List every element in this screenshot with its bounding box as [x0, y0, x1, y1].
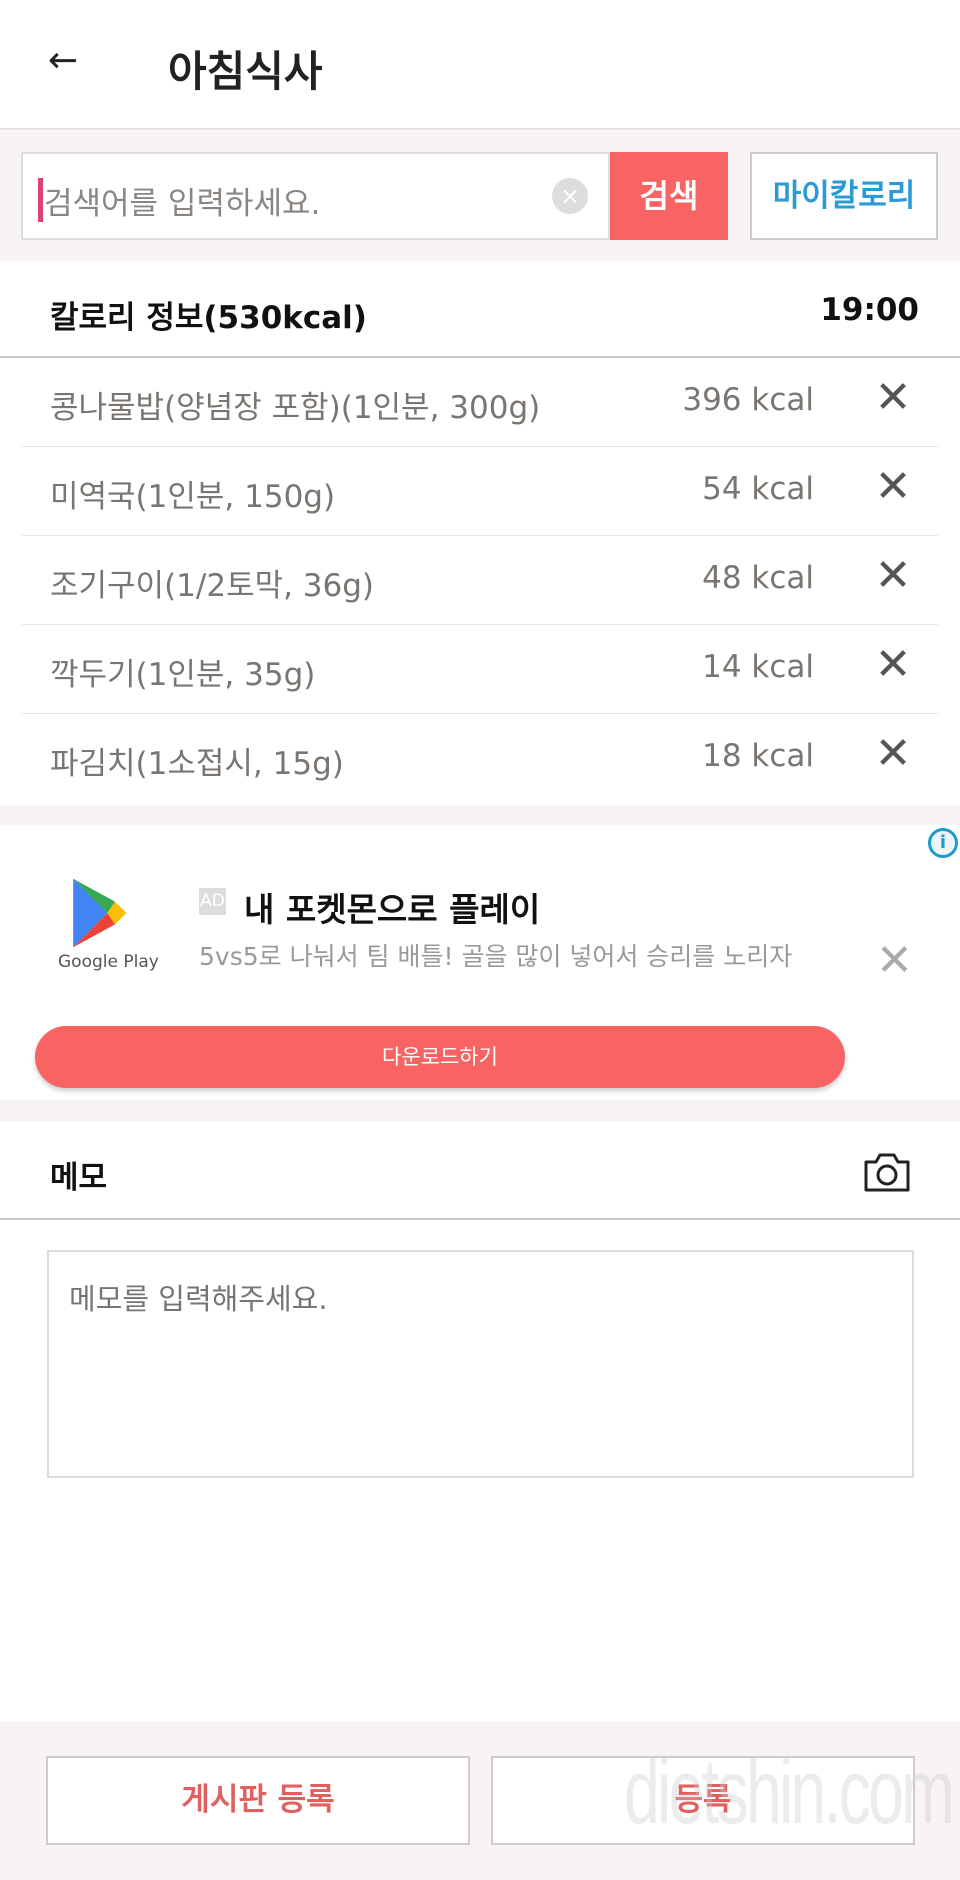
google-play-logo-icon	[73, 878, 127, 948]
google-play-label: Google Play	[58, 952, 159, 972]
remove-icon[interactable]: ✕	[868, 639, 918, 690]
food-item[interactable]: 콩나물밥(양념장 포함)(1인분, 300g) 396 kcal ✕	[22, 358, 938, 447]
food-kcal: 396 kcal	[682, 382, 814, 418]
food-item[interactable]: 깍두기(1인분, 35g) 14 kcal ✕	[22, 625, 938, 714]
food-name: 미역국(1인분, 150g)	[50, 479, 336, 515]
food-kcal: 48 kcal	[702, 560, 814, 596]
memo-input[interactable]	[47, 1250, 914, 1478]
watermark: dietshin.com	[624, 1741, 955, 1843]
clear-icon[interactable]: ×	[552, 178, 588, 214]
board-register-button[interactable]: 게시판 등록	[46, 1756, 470, 1845]
meal-time[interactable]: 19:00	[820, 292, 919, 328]
food-name: 깍두기(1인분, 35g)	[50, 657, 316, 693]
info-icon[interactable]: i	[928, 828, 958, 858]
my-calorie-button[interactable]: 마이칼로리	[750, 152, 938, 240]
food-item[interactable]: 조기구이(1/2토막, 36g) 48 kcal ✕	[22, 536, 938, 625]
food-item[interactable]: 파김치(1소접시, 15g) 18 kcal ✕	[22, 714, 938, 803]
remove-icon[interactable]: ✕	[868, 550, 918, 601]
search-button[interactable]: 검색	[610, 152, 728, 240]
divider	[0, 1100, 960, 1122]
food-kcal: 14 kcal	[702, 649, 814, 685]
download-button[interactable]: 다운로드하기	[35, 1026, 845, 1088]
ad-description: 5vs5로 나눠서 팀 배틀! 골을 많이 넣어서 승리를 노리자	[199, 942, 793, 971]
text-cursor	[38, 178, 43, 222]
food-item[interactable]: 미역국(1인분, 150g) 54 kcal ✕	[22, 447, 938, 536]
food-name: 파김치(1소접시, 15g)	[50, 746, 344, 782]
close-icon[interactable]: ✕	[876, 935, 913, 986]
app-header: ← 아침식사	[0, 0, 960, 130]
ad-badge: AD	[199, 888, 226, 915]
calorie-info-title: 칼로리 정보(530kcal)	[50, 300, 367, 336]
ad-title[interactable]: 내 포켓몬으로 플레이	[244, 883, 540, 931]
food-name: 조기구이(1/2토막, 36g)	[50, 568, 375, 604]
calorie-info-header: 칼로리 정보(530kcal) 19:00	[0, 262, 960, 358]
remove-icon[interactable]: ✕	[868, 461, 918, 512]
memo-title: 메모	[50, 1160, 108, 1196]
back-arrow-icon[interactable]: ←	[48, 40, 78, 81]
food-kcal: 18 kcal	[702, 738, 814, 774]
food-name: 콩나물밥(양념장 포함)(1인분, 300g)	[50, 390, 541, 426]
memo-header: 메모	[0, 1122, 960, 1220]
camera-icon[interactable]	[862, 1150, 912, 1194]
food-kcal: 54 kcal	[702, 471, 814, 507]
page-title: 아침식사	[168, 47, 323, 96]
search-placeholder: 검색어를 입력하세요.	[44, 186, 321, 222]
remove-icon[interactable]: ✕	[868, 728, 918, 779]
divider	[0, 805, 960, 825]
remove-icon[interactable]: ✕	[868, 372, 918, 423]
